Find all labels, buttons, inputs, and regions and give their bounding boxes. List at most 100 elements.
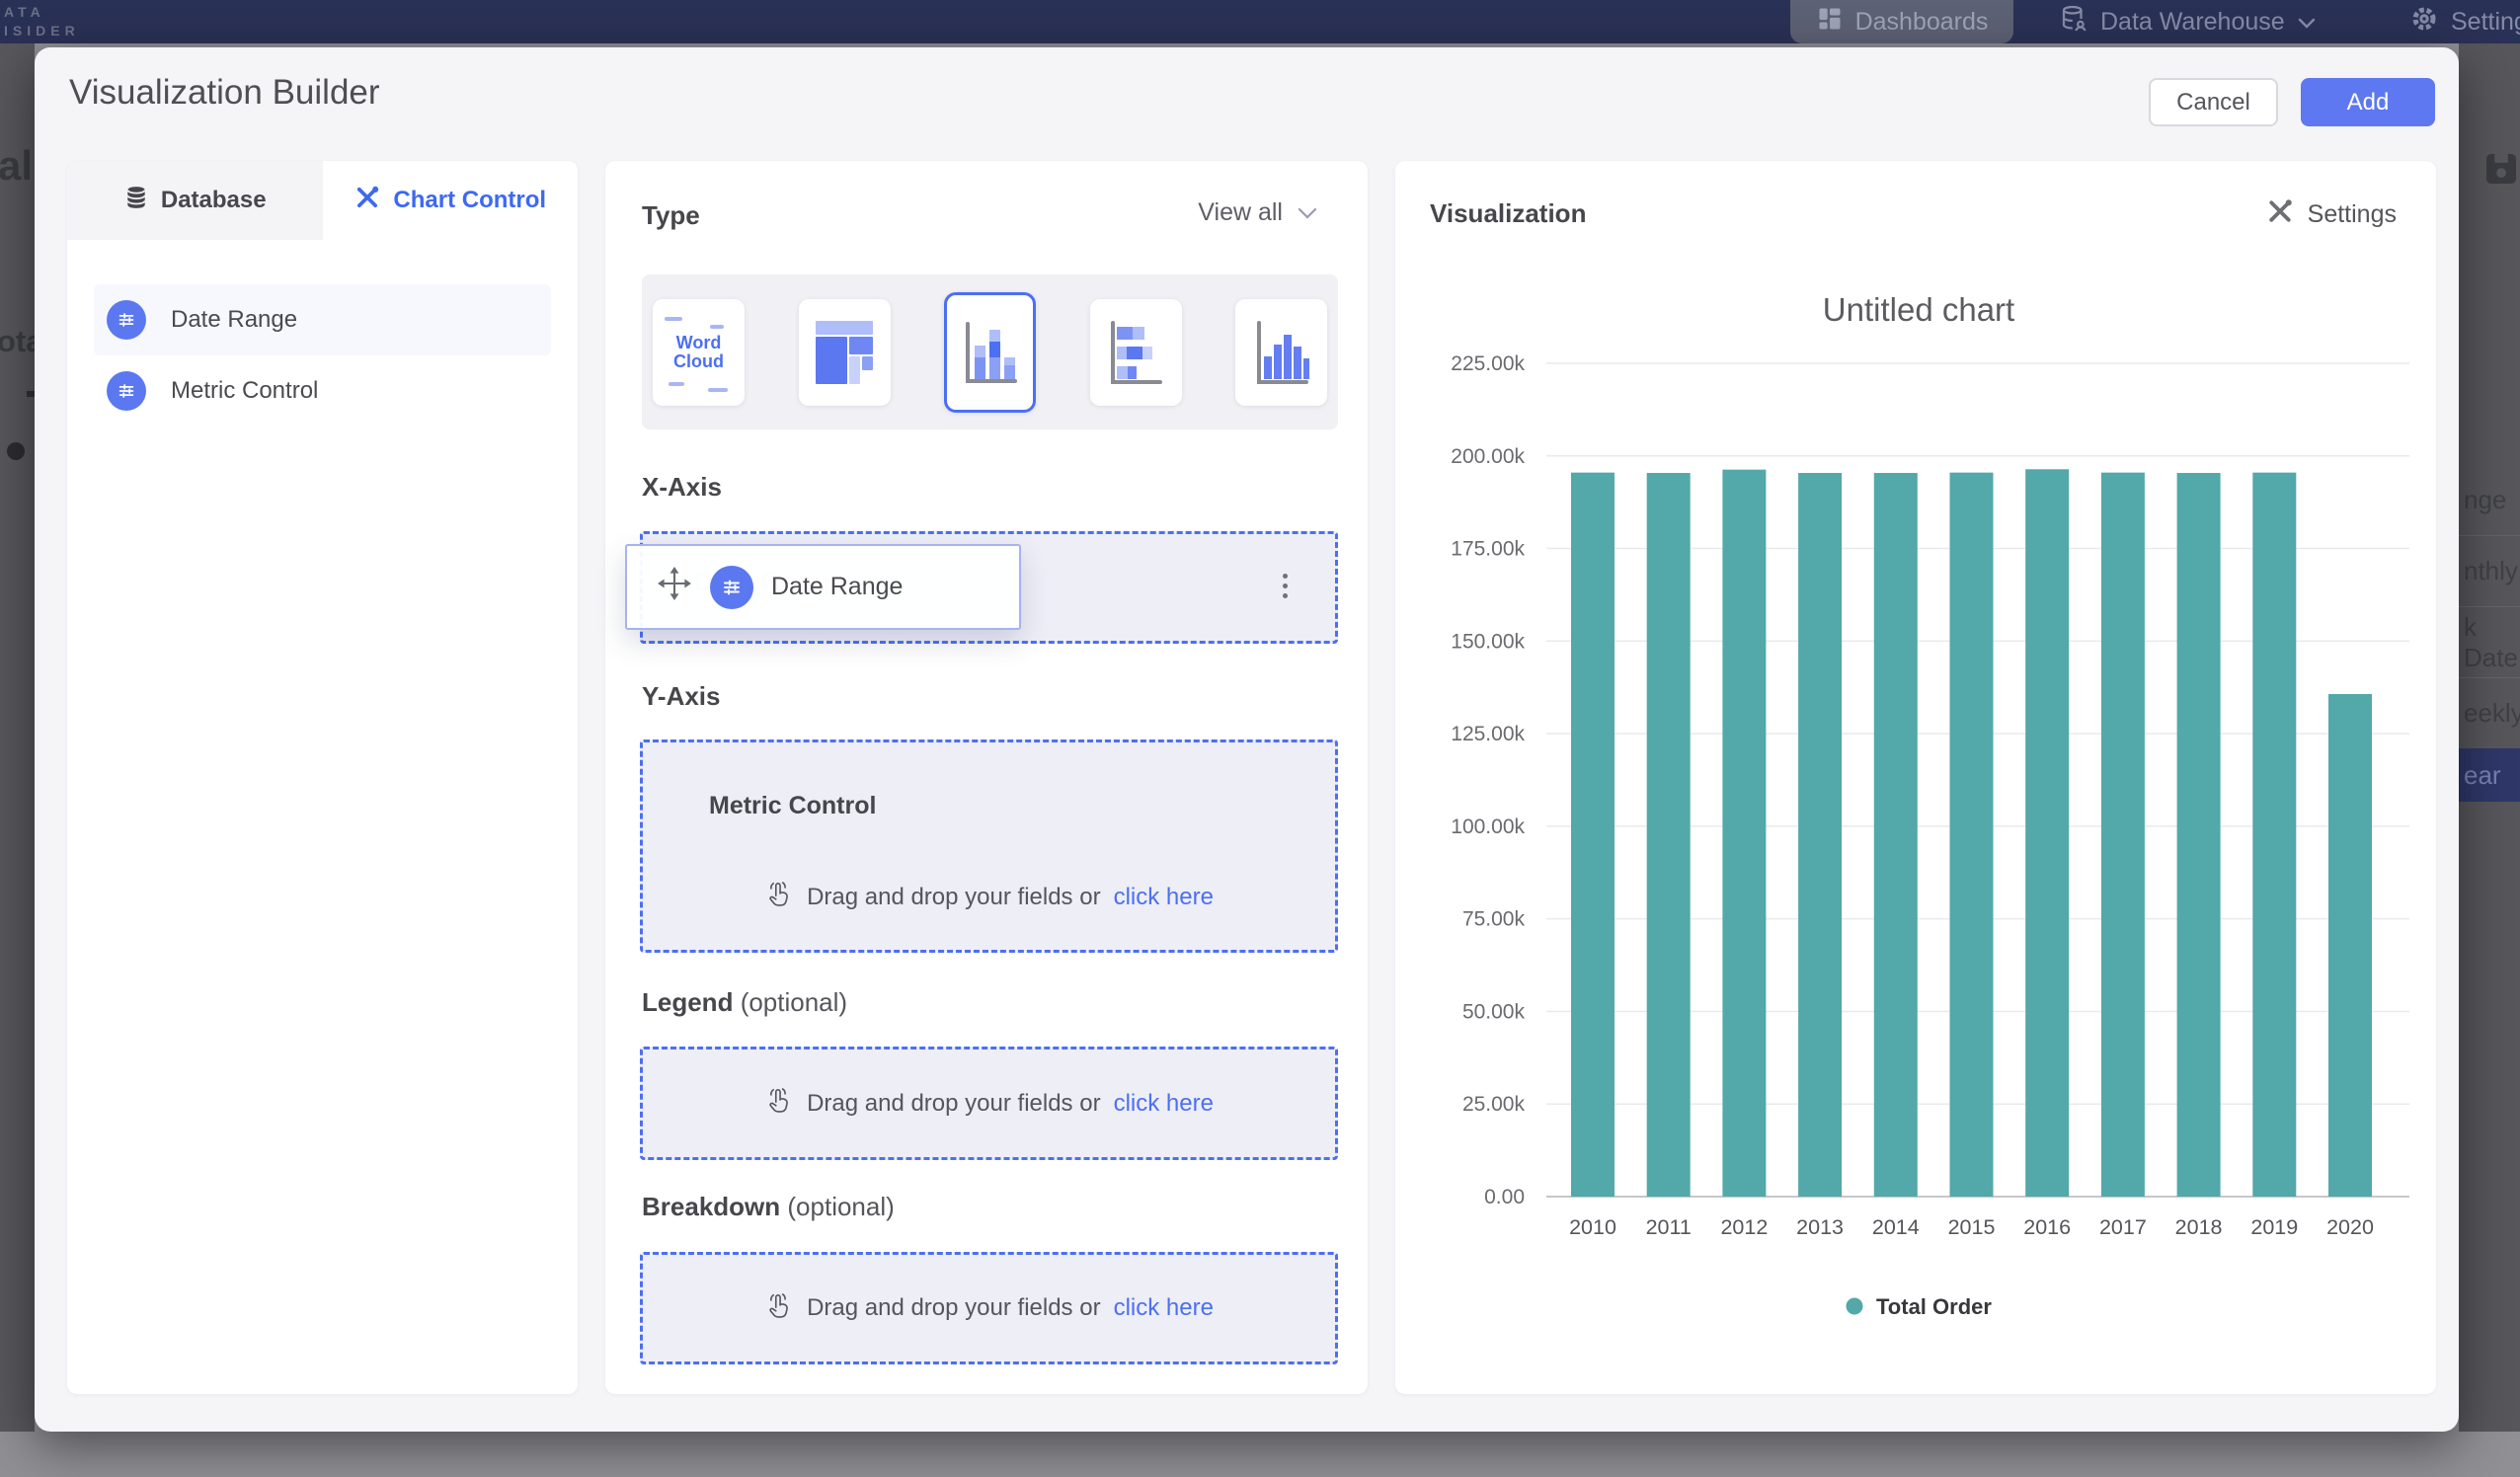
word-cloud-mini-word [665, 317, 682, 321]
dimmed-page-bottom [0, 1432, 2520, 1477]
x-tick-label: 2018 [2175, 1215, 2223, 1239]
sliders-icon [107, 371, 146, 411]
chart-type-stacked-bar[interactable] [1090, 299, 1182, 406]
chart-type-stacked-column-selected[interactable] [944, 292, 1036, 413]
legend-dot [1847, 1298, 1863, 1315]
logo-line-2: ISIDER [4, 22, 80, 40]
kebab-menu-icon[interactable] [1279, 570, 1292, 602]
gear-icon [2409, 4, 2439, 40]
y-axis-section-label: Y-Axis [642, 681, 721, 712]
x-tick-label: 2013 [1796, 1215, 1844, 1239]
y-tick-label: 125.00k [1451, 723, 1525, 745]
y-tick-label: 50.00k [1462, 1000, 1526, 1023]
click-here-link[interactable]: click here [1114, 1294, 1214, 1322]
x-tick-label: 2010 [1569, 1215, 1616, 1239]
x-tick-label: 2014 [1872, 1215, 1920, 1239]
breakdown-section-label: Breakdown (optional) [642, 1192, 895, 1222]
chevron-down-icon [1297, 198, 1318, 227]
chevron-down-icon [2297, 8, 2317, 37]
bar-2018[interactable] [2177, 473, 2221, 1197]
treemap-icon [814, 317, 875, 388]
y-tick-label: 200.00k [1451, 445, 1525, 468]
settings-label: Settings [2308, 200, 2397, 229]
sliders-icon [710, 566, 753, 609]
bg-text-fragment: al [0, 142, 33, 190]
x-tick-label: 2019 [2250, 1215, 2298, 1239]
bg-list-item: k Date [2459, 606, 2520, 677]
word-cloud-label: Cloud [673, 352, 724, 371]
visualization-builder-modal: Visualization Builder Cancel Add Databas… [35, 47, 2459, 1432]
legend-label[interactable]: Total Order [1876, 1294, 1992, 1319]
type-section-label: Type [642, 200, 700, 231]
database-user-icon [2059, 4, 2088, 40]
dashboard-grid-icon [1816, 5, 1844, 39]
logo-line-1: ATA [4, 3, 80, 22]
y-tick-label: 25.00k [1462, 1093, 1526, 1116]
nav-tab-label: Data Warehouse [2100, 8, 2285, 37]
bg-fragment-tick [27, 391, 35, 397]
move-cursor-icon [657, 566, 692, 608]
bar-2016[interactable] [2025, 469, 2069, 1197]
nav-tab-dashboards[interactable]: Dashboards [1790, 0, 2013, 43]
dimmed-page-left: al ota [0, 43, 35, 1432]
word-cloud-mini-word [708, 388, 728, 392]
x-tick-label: 2016 [2023, 1215, 2071, 1239]
y-tick-label: 175.00k [1451, 538, 1525, 561]
fields-sidebar: Database Chart Control Date Range [67, 161, 578, 1394]
x-tick-label: 2012 [1720, 1215, 1768, 1239]
legend-section-label: Legend (optional) [642, 987, 847, 1018]
bar-2017[interactable] [2101, 473, 2145, 1197]
chart-type-column[interactable] [1235, 299, 1327, 406]
tab-database[interactable]: Database [67, 161, 323, 240]
y-tick-label: 100.00k [1451, 816, 1525, 838]
bar-2020[interactable] [2328, 694, 2372, 1197]
y-axis-dropzone[interactable]: Metric Control Drag and drop your fields… [640, 739, 1338, 953]
tap-hand-icon [764, 879, 794, 915]
breakdown-dropzone[interactable]: Drag and drop your fields or click here [640, 1252, 1338, 1364]
legend-dropzone[interactable]: Drag and drop your fields or click here [640, 1047, 1338, 1160]
bar-2010[interactable] [1571, 473, 1614, 1197]
chart-type-strip: Word Cloud [642, 274, 1338, 429]
tab-chart-control[interactable]: Chart Control [323, 161, 579, 240]
field-item-metric-control[interactable]: Metric Control [94, 355, 551, 427]
field-item-date-range[interactable]: Date Range [94, 284, 551, 355]
field-label: Metric Control [171, 377, 318, 405]
y-tick-label: 225.00k [1451, 352, 1525, 375]
top-navigation-bar: ATA ISIDER Dashboards Data Warehouse [0, 0, 2520, 43]
settings-button[interactable]: Settings [2265, 196, 2397, 233]
save-icon [2484, 154, 2518, 189]
view-all-label: View all [1198, 198, 1283, 227]
click-here-link[interactable]: click here [1114, 1090, 1214, 1118]
nav-tab-settings[interactable]: Settings [2409, 0, 2520, 43]
chart-title: Untitled chart [1823, 291, 2014, 328]
drop-text: Drag and drop your fields or [807, 1090, 1101, 1118]
y-tick-label: 150.00k [1451, 630, 1525, 653]
bar-2019[interactable] [2252, 473, 2296, 1197]
nav-tab-data-warehouse[interactable]: Data Warehouse [2059, 0, 2317, 43]
metric-control-label: Metric Control [709, 792, 876, 820]
bg-list-item-selected: ear [2459, 748, 2520, 802]
optional-label: (optional) [787, 1192, 894, 1221]
date-range-drag-chip[interactable]: Date Range [625, 544, 1021, 630]
bar-2015[interactable] [1950, 473, 1994, 1197]
bar-2011[interactable] [1647, 473, 1691, 1197]
click-here-link[interactable]: click here [1114, 884, 1214, 911]
y-tick-label: 75.00k [1462, 908, 1526, 931]
sliders-icon [107, 300, 146, 340]
chip-label: Date Range [771, 573, 903, 601]
bar-2013[interactable] [1798, 473, 1842, 1197]
view-all-dropdown[interactable]: View all [1198, 198, 1318, 227]
bar-2014[interactable] [1874, 473, 1918, 1197]
stacked-column-icon [960, 316, 1021, 389]
x-tick-label: 2017 [2099, 1215, 2147, 1239]
x-tick-label: 2020 [2326, 1215, 2374, 1239]
chart-type-word-cloud[interactable]: Word Cloud [653, 299, 745, 406]
bar-2012[interactable] [1722, 470, 1766, 1197]
chart-type-treemap[interactable] [799, 299, 891, 406]
add-button[interactable]: Add [2301, 78, 2435, 126]
bar-chart: Untitled chart0.0025.00k50.00k75.00k100.… [1425, 279, 2412, 1336]
tools-icon [354, 184, 381, 218]
drop-text: Drag and drop your fields or [807, 1294, 1101, 1322]
cancel-button[interactable]: Cancel [2149, 78, 2278, 126]
database-icon [123, 185, 149, 217]
